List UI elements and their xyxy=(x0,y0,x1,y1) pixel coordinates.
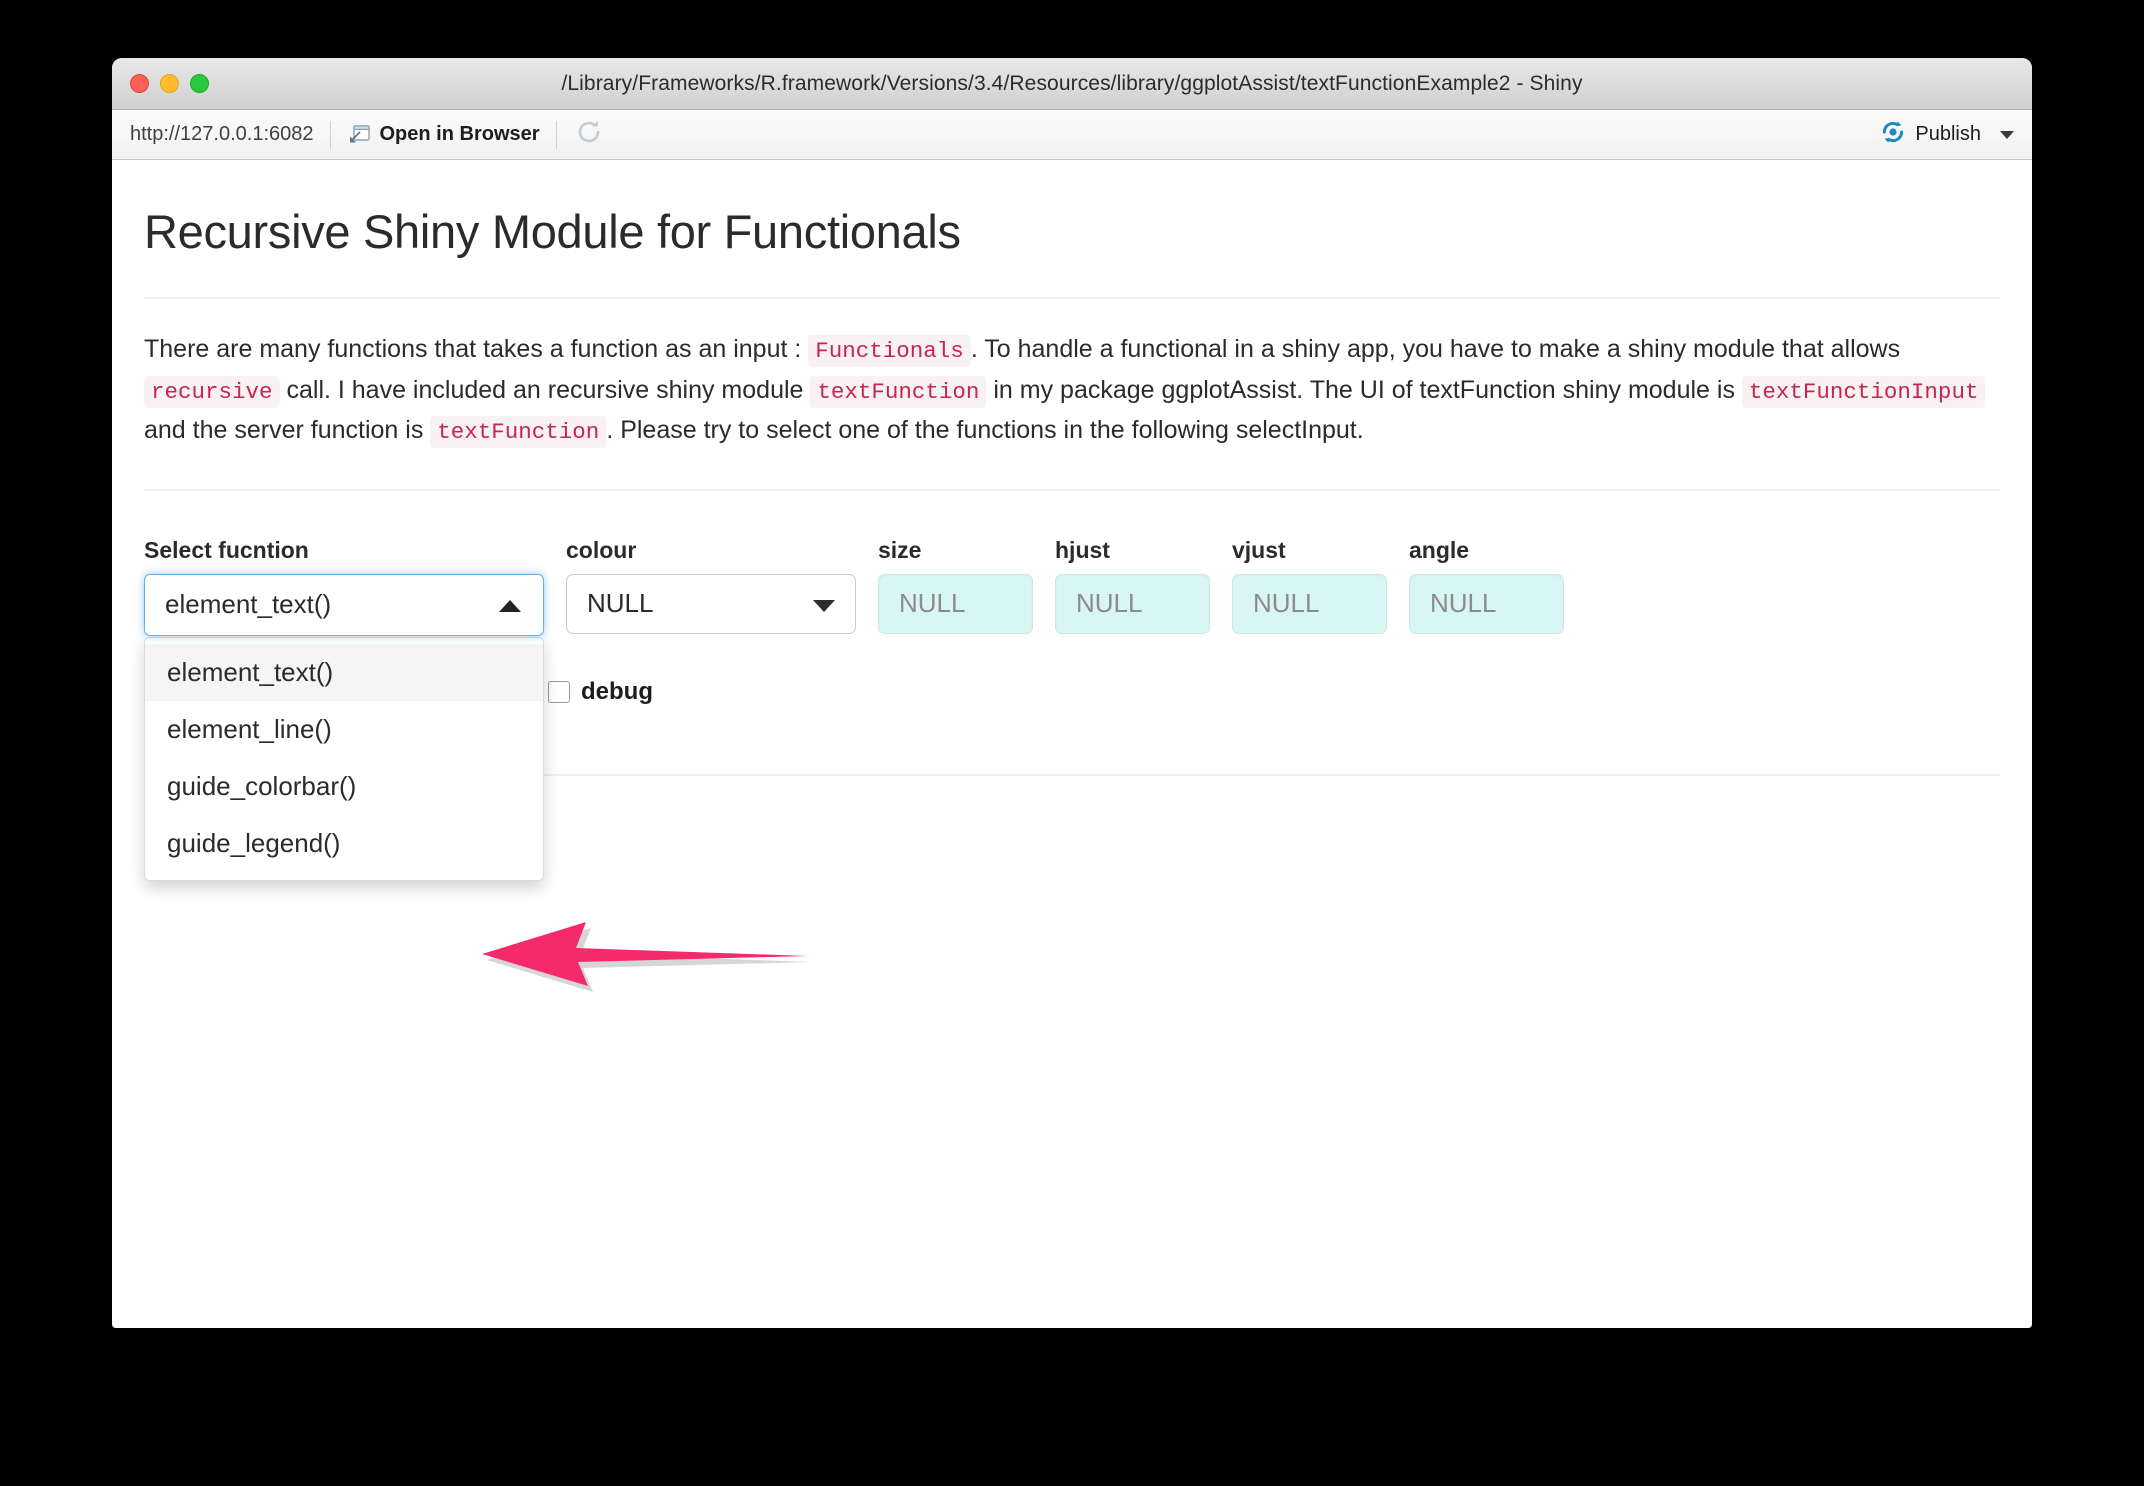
open-in-browser-button[interactable]: Open in Browser xyxy=(333,123,554,147)
select-function-block: Select fucntion element_text() element_t… xyxy=(144,537,544,881)
viewer-toolbar: http://127.0.0.1:6082 Open in Browser xyxy=(112,110,2032,160)
debug-checkbox[interactable] xyxy=(548,681,570,703)
debug-checkbox-group[interactable]: debug xyxy=(548,678,653,706)
app-content: Recursive Shiny Module for Functionals T… xyxy=(112,204,2032,843)
open-external-icon xyxy=(347,123,371,147)
code-textfunction-2: textFunction xyxy=(430,416,606,448)
page-title: Recursive Shiny Module for Functionals xyxy=(144,204,2000,259)
param-vjust-label: vjust xyxy=(1232,537,1387,564)
param-angle: angle xyxy=(1409,537,1564,634)
param-size: size xyxy=(878,537,1033,634)
param-hjust: hjust xyxy=(1055,537,1210,634)
chevron-down-icon[interactable] xyxy=(813,600,835,612)
window-controls xyxy=(130,58,209,109)
code-functionals: Functionals xyxy=(808,335,971,367)
toolbar-divider-1 xyxy=(330,121,331,149)
intro-text-5: and the server function is xyxy=(144,416,423,444)
zoom-button[interactable] xyxy=(190,74,209,93)
debug-label: debug xyxy=(581,678,653,706)
window-title: /Library/Frameworks/R.framework/Versions… xyxy=(112,72,2032,96)
intro-text-2: . To handle a functional in a shiny app,… xyxy=(971,335,1900,363)
select-function-value: element_text() xyxy=(165,589,331,620)
open-in-browser-label: Open in Browser xyxy=(380,123,540,146)
intro-text-6: . Please try to select one of the functi… xyxy=(606,416,1363,444)
menu-item-element-text[interactable]: element_text() xyxy=(145,644,543,701)
param-colour-label: colour xyxy=(566,537,856,564)
parameters-form: colour NULL size hjust xyxy=(144,537,2000,722)
window-titlebar: /Library/Frameworks/R.framework/Versions… xyxy=(112,58,2032,110)
publish-label: Publish xyxy=(1915,123,1981,146)
param-angle-label: angle xyxy=(1409,537,1564,564)
toolbar-divider-2 xyxy=(556,121,557,149)
address-label[interactable]: http://127.0.0.1:6082 xyxy=(124,123,328,146)
param-colour: colour NULL xyxy=(566,537,856,634)
angle-input[interactable] xyxy=(1409,574,1564,634)
select-function-control[interactable]: element_text() xyxy=(144,574,544,636)
colour-select-value: NULL xyxy=(587,588,653,619)
param-size-label: size xyxy=(878,537,1033,564)
menu-item-guide-colorbar[interactable]: guide_colorbar() xyxy=(145,758,543,815)
reload-icon xyxy=(575,118,603,151)
code-textfunctioninput: textFunctionInput xyxy=(1742,376,1986,408)
colour-select[interactable]: NULL xyxy=(566,574,856,634)
close-button[interactable] xyxy=(130,74,149,93)
menu-item-guide-legend[interactable]: guide_legend() xyxy=(145,815,543,872)
intro-paragraph: There are many functions that takes a fu… xyxy=(144,329,2000,451)
annotation-arrow-icon xyxy=(468,900,808,1010)
select-function-menu: element_text() element_line() guide_colo… xyxy=(144,637,544,881)
intro-text-1: There are many functions that takes a fu… xyxy=(144,335,801,363)
size-input[interactable] xyxy=(878,574,1033,634)
hjust-input[interactable] xyxy=(1055,574,1210,634)
reload-button[interactable] xyxy=(559,118,619,151)
shiny-viewer-window: /Library/Frameworks/R.framework/Versions… xyxy=(112,58,2032,1328)
publish-button[interactable]: Publish xyxy=(1880,119,2018,150)
code-recursive: recursive xyxy=(144,376,280,408)
menu-item-element-line[interactable]: element_line() xyxy=(145,701,543,758)
vjust-input[interactable] xyxy=(1232,574,1387,634)
minimize-button[interactable] xyxy=(160,74,179,93)
chevron-up-icon[interactable] xyxy=(499,600,521,612)
divider-middle xyxy=(144,489,2000,491)
divider-top xyxy=(144,297,2000,299)
intro-text-4: in my package ggplotAssist. The UI of te… xyxy=(993,376,1735,404)
publish-icon xyxy=(1880,119,1906,150)
param-hjust-label: hjust xyxy=(1055,537,1210,564)
chevron-down-icon[interactable] xyxy=(2000,131,2014,139)
intro-text-3: call. I have included an recursive shiny… xyxy=(286,376,803,404)
param-vjust: vjust xyxy=(1232,537,1387,634)
shiny-app-page: Recursive Shiny Module for Functionals T… xyxy=(112,160,2032,1328)
select-function-label: Select fucntion xyxy=(144,537,544,564)
code-textfunction-1: textFunction xyxy=(810,376,986,408)
